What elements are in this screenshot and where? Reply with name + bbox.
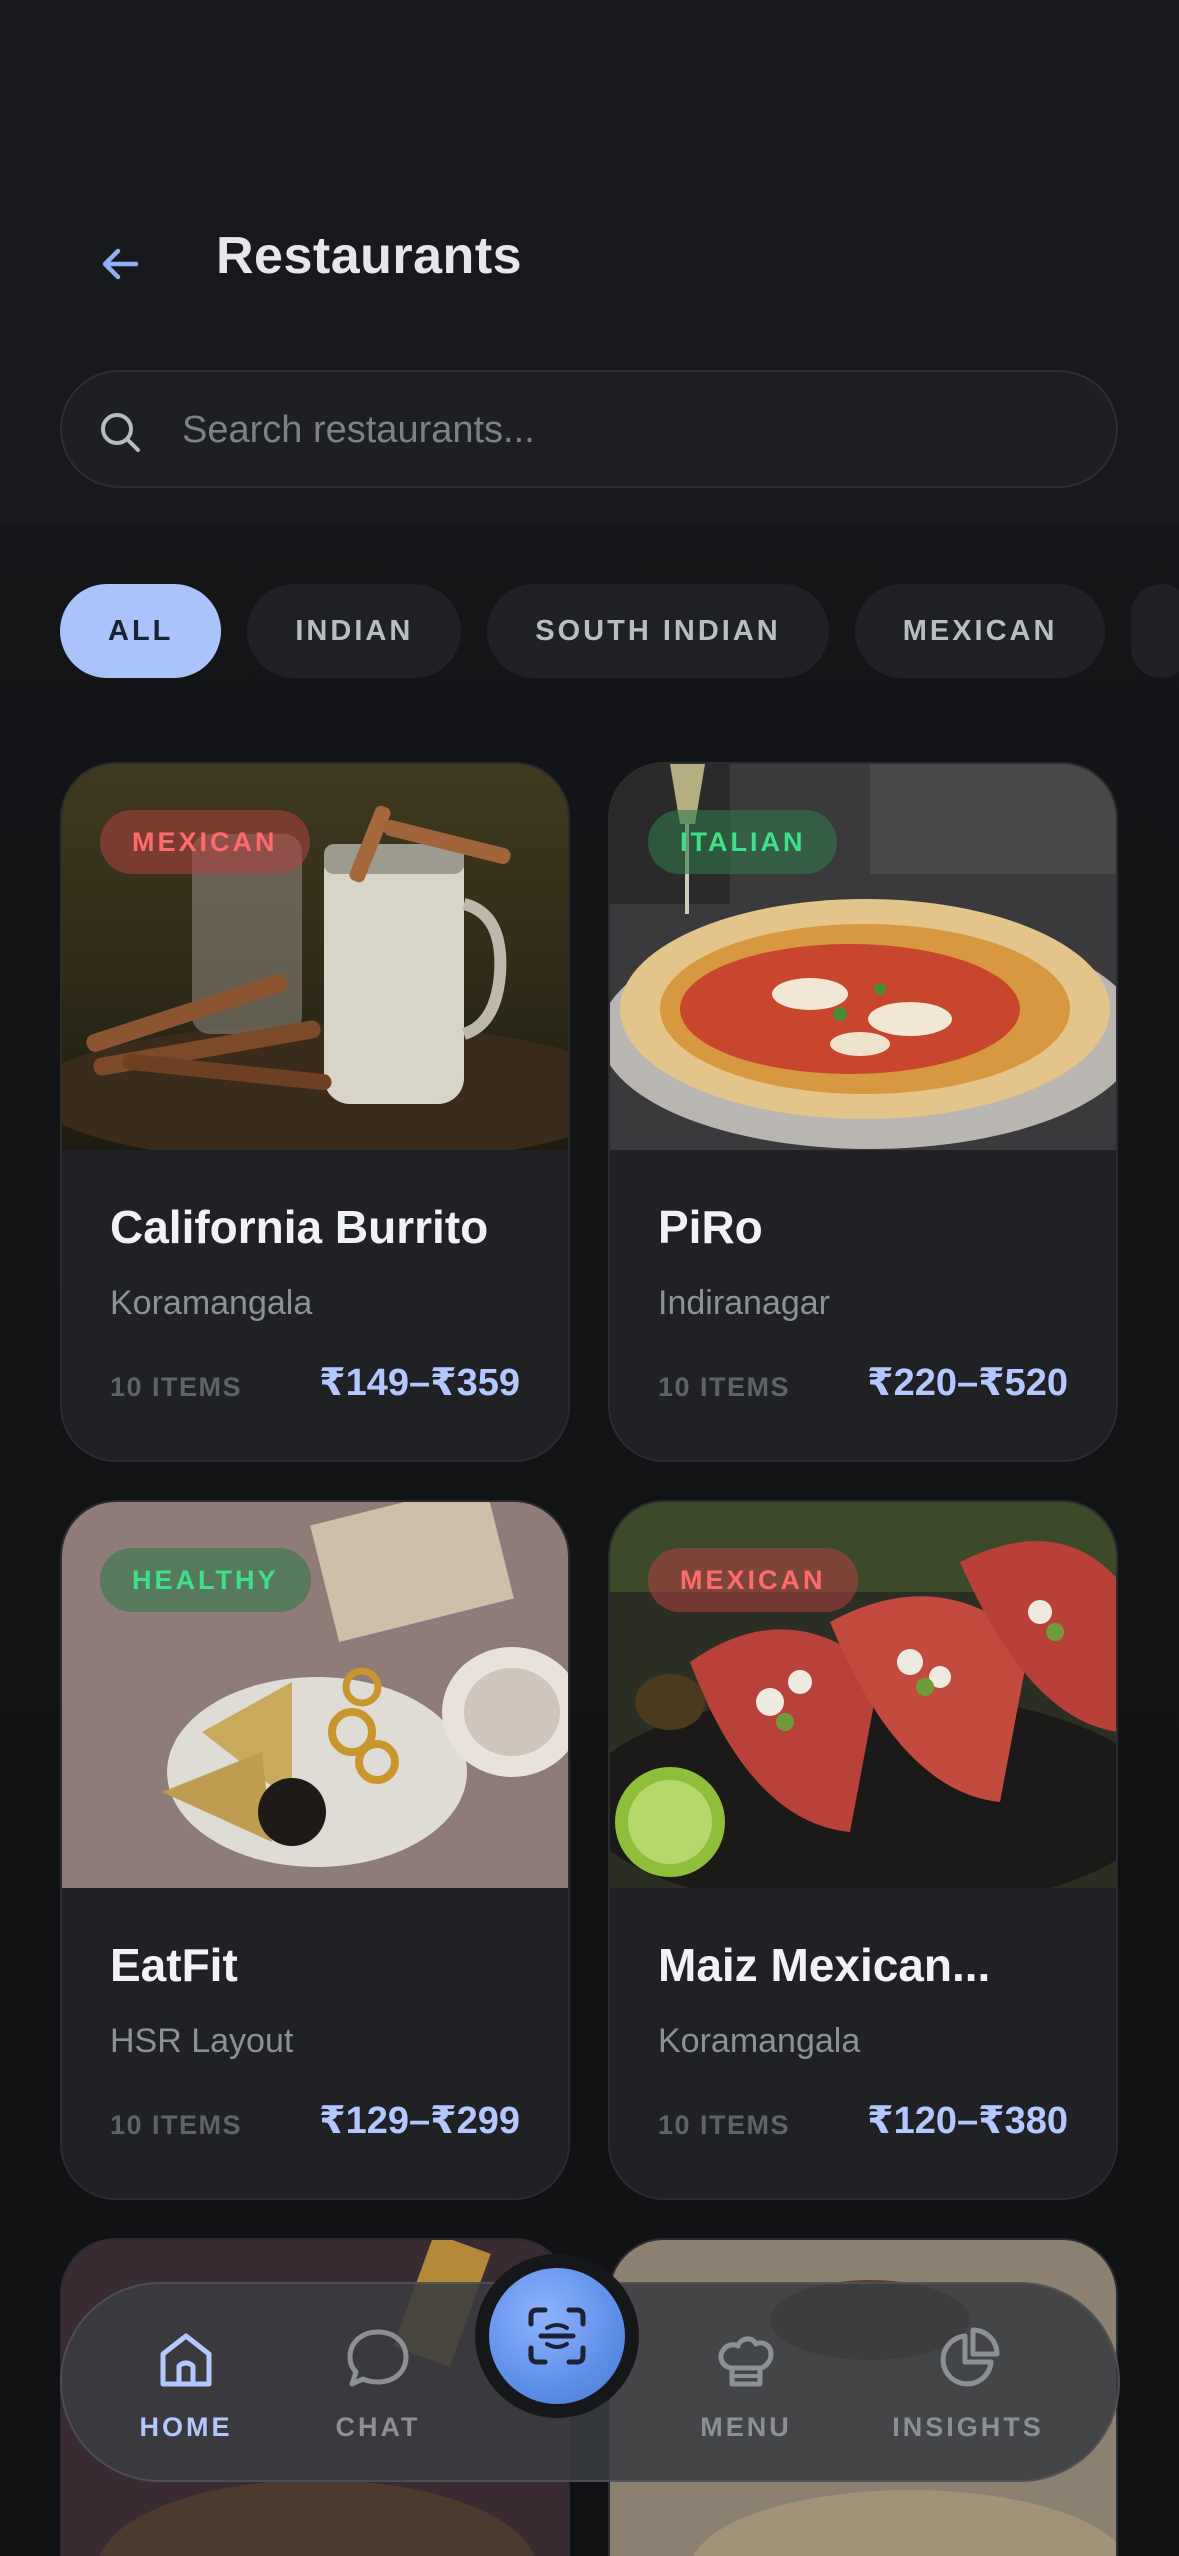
restaurant-image: HEALTHY (62, 1502, 568, 1888)
restaurant-location: Koramangala (658, 2022, 861, 2060)
chip-mexican[interactable]: MEXICAN (854, 584, 1106, 678)
item-count: 10 ITEMS (110, 1372, 243, 1402)
card-body: Maiz Mexican... Koramangala 10 ITEMS ₹12… (610, 1888, 1116, 2198)
card-body: EatFit HSR Layout 10 ITEMS ₹129–₹299 (62, 1888, 568, 2198)
restaurant-name: Maiz Mexican... (658, 1939, 991, 1991)
restaurants-screen: Restaurants ALL INDIAN SOUTH INDIAN MEXI… (0, 0, 1179, 2556)
chef-hat-icon (718, 2336, 774, 2387)
price-range: ₹149–₹359 (319, 1362, 520, 1404)
restaurant-name: PiRo (658, 1201, 763, 1253)
restaurant-location: Indiranagar (658, 1284, 831, 1322)
restaurant-card[interactable]: MEXICAN California Burrito Koramangala 1… (60, 762, 570, 1462)
cuisine-badge: MEXICAN (648, 1548, 858, 1612)
nav-chat[interactable]: CHAT (288, 2324, 468, 2454)
nav-insights[interactable]: INSIGHTS (878, 2324, 1058, 2454)
cuisine-badge: MEXICAN (100, 810, 310, 874)
item-count: 10 ITEMS (658, 1372, 791, 1402)
nav-menu-label: MENU (700, 2412, 792, 2442)
restaurant-location: HSR Layout (110, 2022, 294, 2060)
restaurant-image: MEXICAN (62, 764, 568, 1150)
restaurant-card[interactable]: HEALTHY EatFit HSR Layout 10 ITEMS ₹129–… (60, 1500, 570, 2200)
chip-more[interactable] (1131, 584, 1179, 678)
page-title: Restaurants (216, 227, 523, 285)
restaurant-card[interactable]: MEXICAN Maiz Mexican... Koramangala 10 I… (608, 1500, 1118, 2200)
cuisine-badge: ITALIAN (648, 810, 838, 874)
item-count: 10 ITEMS (658, 2110, 791, 2140)
chip-indian[interactable]: INDIAN (247, 584, 462, 678)
card-body: California Burrito Koramangala 10 ITEMS … (62, 1150, 568, 1460)
header: Restaurants (0, 0, 1179, 525)
nav-home-label: HOME (139, 2412, 233, 2442)
cuisine-badge: HEALTHY (100, 1548, 311, 1612)
search-input[interactable] (182, 392, 1082, 468)
filter-chips: ALL INDIAN SOUTH INDIAN MEXICAN (60, 584, 1179, 678)
nav-chat-label: CHAT (335, 2412, 421, 2442)
nav-insights-label: INSIGHTS (892, 2412, 1044, 2442)
back-button[interactable] (88, 232, 152, 296)
restaurant-location: Koramangala (110, 1284, 313, 1322)
restaurant-image: MEXICAN (610, 1502, 1116, 1888)
nav-menu[interactable]: MENU (656, 2324, 836, 2454)
scan-button[interactable] (475, 2254, 639, 2418)
restaurant-name: California Burrito (110, 1201, 489, 1253)
pie-chart-icon (940, 2327, 1000, 2387)
home-icon (160, 2333, 212, 2387)
scan-icon (528, 2307, 586, 2365)
card-body: PiRo Indiranagar 10 ITEMS ₹220–₹520 (610, 1150, 1116, 1460)
price-range: ₹220–₹520 (867, 1362, 1068, 1404)
search-bar[interactable] (60, 370, 1118, 488)
price-range: ₹129–₹299 (319, 2100, 520, 2142)
item-count: 10 ITEMS (110, 2110, 243, 2140)
restaurant-card[interactable]: ITALIAN PiRo Indiranagar 10 ITEMS ₹220–₹… (608, 762, 1118, 1462)
arrow-left-icon (102, 248, 139, 280)
nav-home[interactable]: HOME (96, 2324, 276, 2454)
restaurant-name: EatFit (110, 1939, 238, 1991)
scan-button-inner (489, 2268, 625, 2404)
chip-south-indian[interactable]: SOUTH INDIAN (487, 584, 829, 678)
price-range: ₹120–₹380 (867, 2100, 1068, 2142)
chat-bubble-icon (347, 2329, 409, 2387)
chip-all[interactable]: ALL (60, 584, 222, 678)
search-icon (101, 413, 140, 452)
restaurant-image: ITALIAN (610, 764, 1116, 1150)
